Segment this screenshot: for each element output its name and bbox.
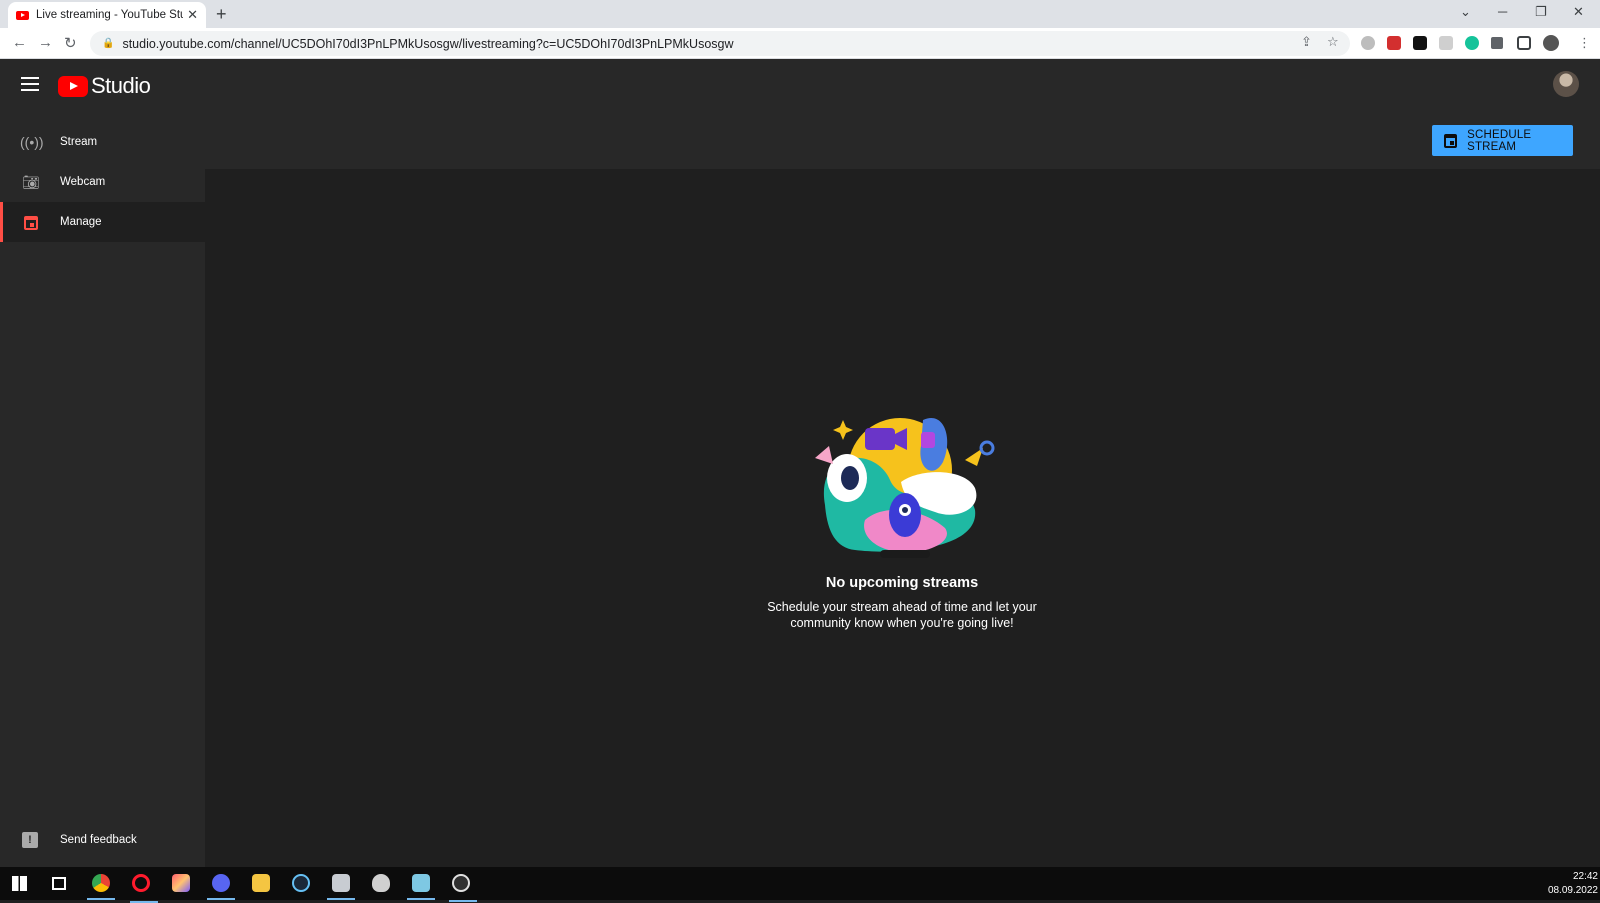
browser-toolbar: ← → ↻ 🔒 studio.youtube.com/channel/UC5DO… <box>0 28 1600 59</box>
studio-header: Studio <box>0 59 1600 112</box>
send-feedback-button[interactable]: ! Send feedback <box>0 820 205 860</box>
restore-icon[interactable]: ❐ <box>1535 4 1547 20</box>
chrome-taskbar-icon[interactable] <box>87 874 115 900</box>
file-explorer-taskbar-icon[interactable] <box>252 874 270 892</box>
side-panel-icon[interactable] <box>1517 36 1531 50</box>
grey-extension-icon[interactable] <box>1439 36 1453 50</box>
notepad-taskbar-icon[interactable] <box>407 874 435 900</box>
os-taskbar <box>0 867 1600 900</box>
browser-tab-bar: Live streaming - YouTube Studio ✕ + ⌄ ─ … <box>0 0 1600 28</box>
sidebar: ((•)) Stream 📷︎ Webcam Manage <box>0 112 205 867</box>
youtube-favicon-icon <box>16 10 29 20</box>
browser-tab[interactable]: Live streaming - YouTube Studio ✕ <box>8 2 206 28</box>
sidebar-item-manage[interactable]: Manage <box>0 202 205 242</box>
empty-state-illustration <box>815 418 995 558</box>
window-close-icon[interactable]: ✕ <box>1573 4 1584 20</box>
forward-icon[interactable]: → <box>38 34 53 51</box>
feedback-icon: ! <box>22 832 38 848</box>
stream-broadcast-icon: ((•)) <box>20 134 44 150</box>
schedule-stream-label: SCHEDULE STREAM <box>1467 128 1532 153</box>
tab-search-icon[interactable]: ⌄ <box>1460 4 1471 20</box>
task-view-icon[interactable] <box>52 877 66 890</box>
page-toolbar <box>205 112 1600 169</box>
discord-taskbar-icon[interactable] <box>207 874 235 900</box>
tab-title: Live streaming - YouTube Studio <box>36 9 183 21</box>
clock-time: 22:42 <box>1572 871 1598 882</box>
youtube-play-icon <box>58 75 88 97</box>
account-avatar[interactable] <box>1553 71 1579 97</box>
camera-icon: 📷︎ <box>22 173 40 190</box>
logo-text: Studio <box>91 73 151 98</box>
calendar-icon <box>20 214 42 231</box>
grammarly-extension-icon[interactable] <box>1465 36 1479 50</box>
app-taskbar-icon[interactable] <box>327 874 355 900</box>
bookmark-star-icon[interactable]: ☆ <box>1327 34 1339 50</box>
send-feedback-label: Send feedback <box>60 834 137 846</box>
minimize-icon[interactable]: ─ <box>1498 4 1507 19</box>
sidebar-item-label: Stream <box>60 136 98 148</box>
system-clock[interactable]: 22:42 08.09.2022 <box>1538 870 1598 898</box>
back-icon[interactable]: ← <box>12 34 27 51</box>
menu-icon[interactable] <box>21 77 39 91</box>
tab-close-icon[interactable]: ✕ <box>187 7 198 23</box>
obs-taskbar-icon[interactable] <box>449 874 477 902</box>
shield-taskbar-icon[interactable] <box>372 874 390 892</box>
red-extension-icon[interactable] <box>1387 36 1401 50</box>
studio-logo[interactable]: Studio <box>58 73 151 99</box>
photos-taskbar-icon[interactable] <box>172 874 190 892</box>
sidebar-item-label: Webcam <box>60 176 106 188</box>
address-bar[interactable]: 🔒 studio.youtube.com/channel/UC5DOhI70dI… <box>90 31 1350 56</box>
share-icon[interactable]: ⇪ <box>1301 34 1312 50</box>
schedule-stream-button[interactable]: SCHEDULE STREAM <box>1432 125 1573 156</box>
new-tab-button[interactable]: + <box>216 4 227 25</box>
adblock-extension-icon[interactable] <box>1361 36 1375 50</box>
empty-state-title: No upcoming streams <box>825 575 979 591</box>
sidebar-item-stream[interactable]: ((•)) Stream <box>0 122 205 162</box>
empty-state-description: Schedule your stream ahead of time and l… <box>767 600 1037 630</box>
url-text: studio.youtube.com/channel/UC5DOhI70dI3P… <box>122 36 734 51</box>
clock-date: 08.09.2022 <box>1547 885 1598 896</box>
windows-start-icon[interactable] <box>12 876 27 891</box>
browser-menu-icon[interactable]: ⋮ <box>1578 35 1591 51</box>
extensions-puzzle-icon[interactable] <box>1491 37 1503 49</box>
lock-icon: 🔒 <box>102 38 115 49</box>
profile-avatar-icon[interactable] <box>1543 35 1559 51</box>
sidebar-item-label: Manage <box>60 216 102 228</box>
wm-extension-icon[interactable] <box>1413 36 1427 50</box>
sidebar-item-webcam[interactable]: 📷︎ Webcam <box>0 162 205 202</box>
steam-taskbar-icon[interactable] <box>292 874 310 892</box>
calendar-icon <box>1444 133 1458 148</box>
opera-taskbar-icon[interactable] <box>130 874 158 903</box>
reload-icon[interactable]: ↻ <box>64 34 77 52</box>
